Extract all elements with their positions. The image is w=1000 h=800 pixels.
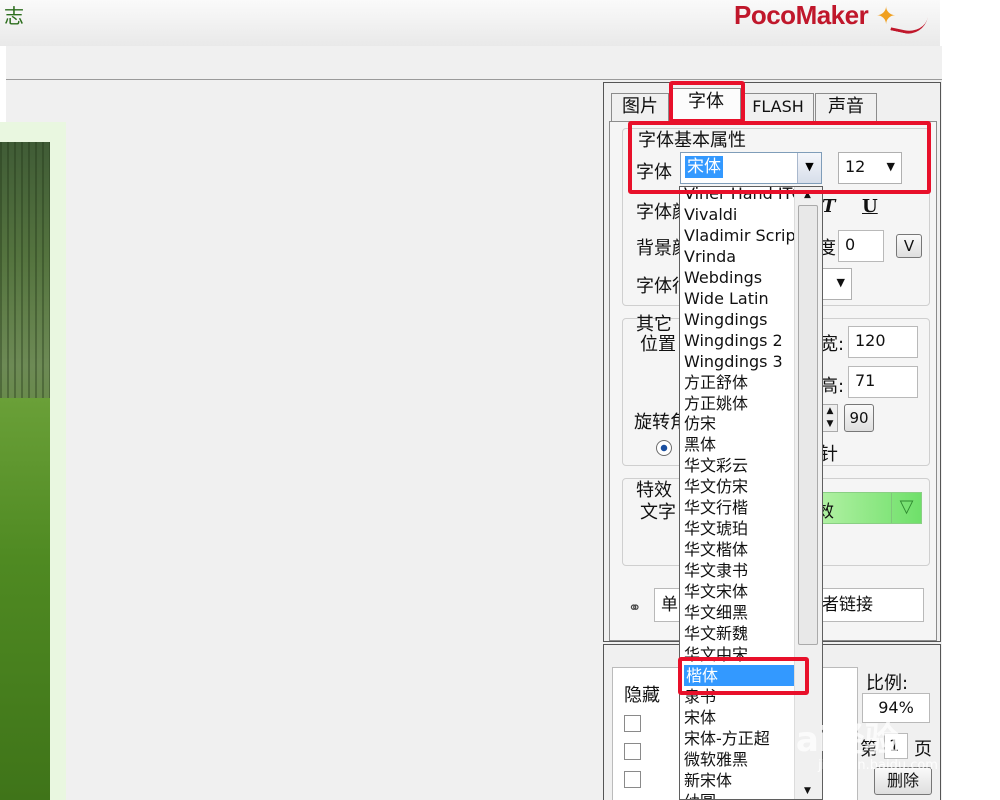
font-list-item[interactable]: Vladimir Script	[684, 225, 802, 246]
font-list-item[interactable]: Vivaldi	[684, 204, 737, 225]
highlight-font-basic-props	[628, 121, 931, 194]
font-list-item[interactable]: 仿宋	[684, 413, 716, 434]
position-label: 位置	[640, 334, 676, 355]
font-list-item[interactable]: 华文琥珀	[684, 518, 748, 539]
layer-hide-checkbox[interactable]	[624, 715, 641, 732]
window-title: 志	[4, 4, 24, 28]
text-effect-select[interactable]: 效 ▽	[810, 492, 922, 524]
width-label: 宽:	[820, 334, 845, 355]
font-list-item[interactable]: Wide Latin	[684, 288, 769, 309]
triangle-down-icon[interactable]: ▽	[891, 493, 921, 523]
tab-picture[interactable]: 图片	[611, 93, 669, 121]
font-list-item[interactable]: Vrinda	[684, 246, 736, 267]
scroll-thumb[interactable]	[798, 205, 818, 645]
layer-hide-checkbox[interactable]	[624, 771, 641, 788]
rotate-90-button[interactable]: 90	[844, 404, 874, 432]
font-list-item[interactable]: 宋体	[684, 707, 716, 728]
link-input-prefix: 单	[661, 595, 678, 615]
font-dropdown-list[interactable]: Viner Hand ITC Vivaldi Vladimir Script Vrin…	[679, 186, 823, 800]
font-list-item[interactable]: 华文细黑	[684, 602, 748, 623]
underline-icon[interactable]: U	[862, 196, 878, 217]
font-list-item[interactable]: 黑体	[684, 434, 716, 455]
font-list-item[interactable]: 幼圆	[684, 791, 716, 799]
outer-background	[942, 0, 1000, 800]
font-list-item[interactable]: 方正姚体	[684, 393, 748, 414]
forest-photo-ground	[0, 398, 50, 800]
chevron-down-icon[interactable]: ▼	[837, 276, 845, 289]
dropdown-scrollbar[interactable]: ▲ ▼	[794, 187, 822, 799]
height-input[interactable]: 71	[848, 366, 918, 398]
ratio-label: 比例:	[866, 673, 909, 694]
font-list-item[interactable]: 华文彩云	[684, 455, 748, 476]
font-list-item[interactable]: 新宋体	[684, 770, 732, 791]
font-list-item[interactable]: 宋体-方正超	[684, 728, 770, 749]
font-list-item[interactable]: Wingdings 3	[684, 351, 783, 372]
hide-column-header: 隐藏	[624, 685, 660, 706]
font-list-item[interactable]: 华文新魏	[684, 623, 748, 644]
logo-swoosh-icon	[890, 10, 928, 38]
transparency-input[interactable]: 0	[838, 230, 884, 262]
layer-hide-checkbox[interactable]	[624, 743, 641, 760]
font-list-item[interactable]: 方正舒体	[684, 372, 748, 393]
highlight-font-tab	[669, 81, 745, 123]
scroll-down-icon[interactable]: ▼	[804, 786, 811, 796]
width-input[interactable]: 120	[848, 326, 918, 358]
toolbar-strip	[6, 46, 942, 80]
font-list-item[interactable]: 华文隶书	[684, 560, 748, 581]
highlight-kaiti-item	[678, 657, 809, 695]
baidu-watermark-url: jingyan.baidu.com	[818, 758, 938, 773]
pocomaker-logo: PocoMaker	[734, 0, 869, 30]
apply-check-button[interactable]: V	[896, 234, 922, 258]
link-icon: ⚭	[628, 598, 642, 617]
title-bar: 志 PocoMaker ✦	[0, 0, 940, 46]
font-list-item[interactable]: 华文仿宋	[684, 476, 748, 497]
rotation-spinner[interactable]: ▲ ▼	[822, 404, 838, 432]
font-list-item[interactable]: 华文行楷	[684, 497, 748, 518]
font-list-item[interactable]: 华文楷体	[684, 539, 748, 560]
baidu-watermark: Bai经验	[770, 720, 899, 760]
font-list-item[interactable]: Wingdings	[684, 309, 767, 330]
font-list-item[interactable]: 微软雅黑	[684, 749, 748, 770]
tab-flash[interactable]: FLASH	[742, 93, 814, 121]
rotation-radio[interactable]	[656, 440, 672, 456]
font-list-item[interactable]: 华文宋体	[684, 581, 748, 602]
height-label: 高:	[820, 376, 845, 397]
font-list-item[interactable]: Wingdings 2	[684, 330, 783, 351]
tab-sound[interactable]: 声音	[815, 93, 877, 121]
font-list-item[interactable]: Webdings	[684, 267, 762, 288]
italic-icon[interactable]: T	[822, 196, 835, 217]
text-effect-label: 文字	[640, 502, 676, 523]
